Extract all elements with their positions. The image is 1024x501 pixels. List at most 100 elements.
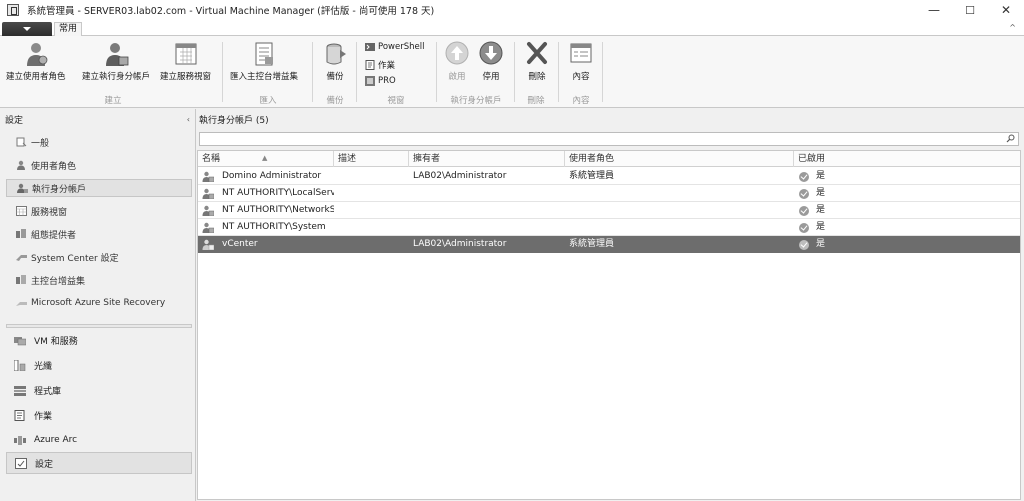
nav-item-general[interactable]: 一般 [6,133,192,151]
ribbon-separator [558,42,559,102]
nav-item-configuration-providers[interactable]: 組態提供者 [6,225,192,243]
run-as-accounts-grid: 名稱 ▲ 描述 擁有者 使用者角色 已啟用 Domino Administrat… [197,150,1021,500]
create-user-role-button[interactable]: 建立使用者角色 [6,40,66,82]
file-menu-button[interactable] [2,22,52,36]
azure-site-recovery-icon [16,302,27,306]
close-button[interactable]: ✕ [988,0,1024,20]
ribbon-collapse-button[interactable]: ^ [1009,23,1016,32]
import-console-addin-label: 匯入主控台增益集 [230,72,299,82]
nav-item-console-addins[interactable]: 主控台增益集 [6,271,192,289]
ribbon-separator [436,42,437,102]
column-header-user-role[interactable]: 使用者角色 [565,151,794,167]
powershell-button[interactable]: PowerShell [365,42,424,52]
column-header-enabled[interactable]: 已啟用 [794,151,1020,167]
column-name-label: 名稱 [202,154,221,164]
navigation-pane: 設定 ‹ 一般 使用者角色 執行身分帳戶 服務視窗 組態提供者 System C… [0,109,196,501]
window-controls: — ☐ ✕ [916,0,1024,20]
vms-and-services-icon [14,336,26,345]
cell-enabled: 是 [816,222,826,232]
tab-home[interactable]: 常用 [54,22,82,37]
table-row[interactable]: vCenter LAB02\Administrator 系統管理員 是 [198,236,1020,253]
user-role-icon [26,43,48,66]
nav-item-label: 使用者角色 [31,161,77,172]
group-label-create: 建立 [104,96,122,106]
create-service-window-button[interactable]: 建立服務視窗 [160,40,211,82]
create-run-as-account-button[interactable]: 建立執行身分帳戶 [82,40,150,82]
jobs-button[interactable]: 作業 [365,59,395,71]
group-label-import: 匯入 [259,96,277,106]
disable-button[interactable]: 停用 [478,40,504,82]
search-input[interactable] [199,132,1019,146]
workspace-vms-and-services[interactable]: VM 和服務 [6,329,192,351]
arrow-up-icon [445,41,469,65]
table-row[interactable]: NT AUTHORITY\LocalServ 是 [198,185,1020,202]
nav-item-user-roles[interactable]: 使用者角色 [6,156,192,174]
nav-item-label: 服務視窗 [31,207,68,218]
minimize-button[interactable]: — [916,0,952,20]
enabled-check-icon [799,223,809,233]
nav-item-label: 主控台增益集 [31,276,86,287]
pro-button[interactable]: PRO [365,76,396,86]
column-header-owner[interactable]: 擁有者 [409,151,565,167]
search-icon[interactable] [1006,134,1015,143]
azure-arc-icon [14,435,26,445]
nav-item-azure-site-recovery[interactable]: Microsoft Azure Site Recovery [6,294,192,312]
delete-label: 刪除 [528,72,546,82]
ribbon-separator [222,42,223,102]
group-label-delete: 刪除 [527,96,545,106]
nav-item-run-as-accounts[interactable]: 執行身分帳戶 [6,179,192,197]
library-icon [14,385,26,396]
workspace-fabric[interactable]: 光纖 [6,354,192,376]
delete-button[interactable]: 刪除 [524,40,550,82]
workspace-label: VM 和服務 [34,336,78,347]
table-row[interactable]: NT AUTHORITY\NetworkS 是 [198,202,1020,219]
window-title: 系統管理員 - SERVER03.lab02.com - Virtual Mac… [27,6,435,17]
properties-icon [570,43,592,63]
app-icon[interactable] [7,4,19,16]
nav-item-label: 一般 [31,138,50,149]
table-row[interactable]: NT AUTHORITY\System 是 [198,219,1020,236]
enable-button[interactable]: 啟用 [444,40,470,82]
nav-item-label: 組態提供者 [31,230,77,241]
create-user-role-label: 建立使用者角色 [6,72,66,82]
cell-owner [409,219,565,236]
nav-item-service-windows[interactable]: 服務視窗 [6,202,192,220]
nav-item-label: System Center 設定 [31,253,119,264]
pro-icon [365,76,375,86]
pro-label: PRO [378,76,396,86]
enabled-check-icon [799,240,809,250]
group-label-properties: 內容 [572,96,590,106]
pane-splitter[interactable] [6,324,192,328]
cell-user-role [565,185,794,202]
column-header-name[interactable]: 名稱 ▲ [198,151,334,167]
nav-item-label: 執行身分帳戶 [32,184,87,195]
cell-owner: LAB02\Administrator [413,171,507,181]
account-icon [202,188,214,199]
column-header-description[interactable]: 描述 [334,151,409,167]
table-row[interactable]: Domino Administrator LAB02\Administrator… [198,168,1020,185]
run-as-accounts-icon [17,183,28,193]
workspace-jobs[interactable]: 作業 [6,404,192,426]
powershell-label: PowerShell [378,42,425,52]
cell-name: NT AUTHORITY\NetworkS [222,205,334,215]
nav-item-system-center-settings[interactable]: System Center 設定 [6,248,192,266]
enable-label: 啟用 [448,72,466,82]
powershell-icon [365,43,375,51]
import-console-addin-button[interactable]: 匯入主控台增益集 [230,40,298,82]
workspace-library[interactable]: 程式庫 [6,379,192,401]
workspace-azure-arc[interactable]: Azure Arc [6,429,192,451]
cell-owner: LAB02\Administrator [413,239,507,249]
cell-name: NT AUTHORITY\System [222,222,326,232]
create-run-as-account-label: 建立執行身分帳戶 [82,72,151,82]
backup-button[interactable]: 備份 [322,40,348,82]
collapse-pane-button[interactable]: ‹ [187,115,190,124]
cell-owner [409,185,565,202]
user-roles-icon [17,160,25,170]
cell-user-role [565,202,794,219]
workspace-settings[interactable]: 設定 [6,452,192,474]
maximize-button[interactable]: ☐ [952,0,988,20]
properties-button[interactable]: 內容 [568,40,594,82]
workspace-label: 作業 [34,411,53,422]
ribbon-tabs: 常用 ^ [0,20,1024,37]
cell-user-role [565,219,794,236]
